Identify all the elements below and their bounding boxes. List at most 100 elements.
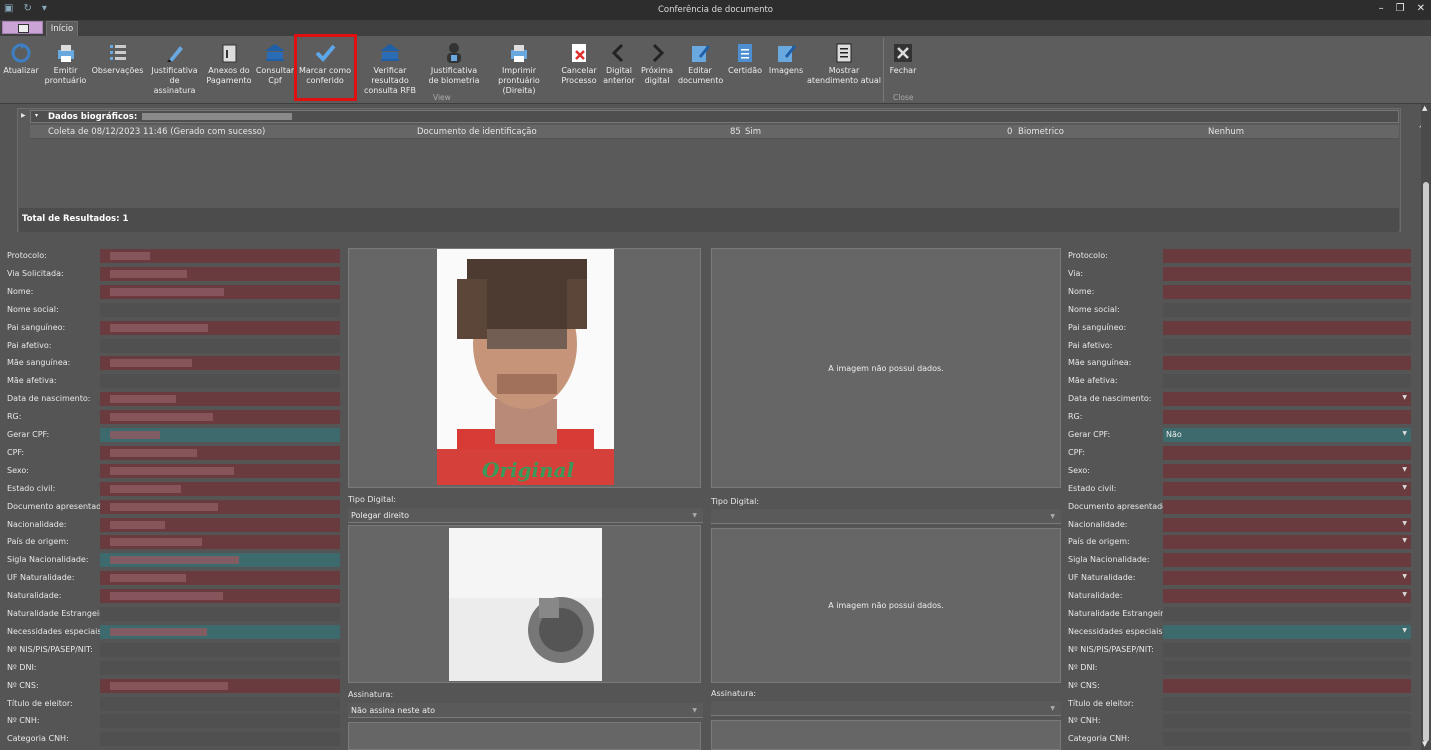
- scroll-down-icon[interactable]: ▼: [1422, 740, 1427, 748]
- chevron-down-icon[interactable]: ▼: [1402, 466, 1407, 473]
- chevron-down-icon[interactable]: ▼: [692, 707, 697, 714]
- right_form-field-4[interactable]: [1163, 320, 1411, 335]
- chevron-down-icon[interactable]: ▼: [1402, 430, 1407, 437]
- left_form-field-27[interactable]: [100, 732, 340, 747]
- observacoes-button[interactable]: Observações: [91, 36, 144, 96]
- restore-button[interactable]: ❐: [1396, 3, 1405, 14]
- chevron-down-icon[interactable]: ▼: [692, 512, 697, 519]
- editar-documento-button[interactable]: Editar documento: [678, 36, 723, 96]
- mostrar-atendimento-button[interactable]: Mostrar atendimento atual: [806, 36, 882, 96]
- left_form-field-21[interactable]: [100, 624, 340, 639]
- right_form-field-19[interactable]: ▼: [1163, 589, 1411, 604]
- right_form-field-25[interactable]: [1163, 696, 1411, 711]
- left_form-field-14[interactable]: [100, 499, 340, 514]
- right_form-field-24[interactable]: [1163, 678, 1411, 693]
- right_form-field-8[interactable]: ▼: [1163, 392, 1411, 407]
- vertical-scrollbar[interactable]: ▲ ▼: [1421, 104, 1431, 750]
- collapse-group-icon[interactable]: ▾: [35, 112, 38, 119]
- left_form-field-17[interactable]: [100, 553, 340, 568]
- certidao-button[interactable]: Certidão: [728, 36, 762, 96]
- right_form-field-13[interactable]: ▼: [1163, 481, 1411, 496]
- tipo-digital-select-right[interactable]: ▼: [711, 509, 1061, 524]
- left_form-field-19[interactable]: [100, 589, 340, 604]
- left_form-field-6[interactable]: [100, 356, 340, 371]
- right_form-field-18[interactable]: ▼: [1163, 571, 1411, 586]
- right_form-field-16[interactable]: ▼: [1163, 535, 1411, 550]
- left_form-field-2[interactable]: [100, 284, 340, 299]
- imprimir-prontuario-button[interactable]: Imprimir prontuário (Direita): [483, 36, 555, 96]
- left_form-field-3[interactable]: [100, 302, 340, 317]
- chevron-down-icon[interactable]: ▼: [1402, 520, 1407, 527]
- left_form-field-0[interactable]: [100, 249, 340, 263]
- right_form-field-22[interactable]: [1163, 642, 1411, 657]
- left_form-field-26[interactable]: [100, 714, 340, 729]
- left_form-field-11[interactable]: [100, 445, 340, 460]
- left_form-field-10[interactable]: [100, 428, 340, 442]
- chevron-down-icon[interactable]: ▼: [1402, 484, 1407, 491]
- left_form-field-7[interactable]: [100, 374, 340, 389]
- group-header[interactable]: ▾ Dados biográficos:: [30, 110, 1399, 123]
- left_form-field-18[interactable]: [100, 571, 340, 586]
- right_form-field-20[interactable]: [1163, 607, 1411, 621]
- right_form-field-17[interactable]: [1163, 553, 1411, 568]
- left_form-field-13[interactable]: [100, 481, 340, 496]
- proxima-digital-button[interactable]: Próxima digital: [640, 36, 674, 96]
- scroll-up-icon[interactable]: ▲: [1422, 104, 1427, 112]
- tipo-digital-select[interactable]: Polegar direito ▼: [348, 508, 703, 523]
- chevron-down-icon[interactable]: ▼: [1050, 705, 1055, 712]
- left_form-field-9[interactable]: [100, 410, 340, 425]
- chevron-down-icon[interactable]: ▼: [1402, 627, 1407, 634]
- left_form-field-15[interactable]: [100, 517, 340, 532]
- right_form-field-9[interactable]: [1163, 410, 1411, 425]
- left_form-field-5[interactable]: [100, 338, 340, 353]
- left_form-field-12[interactable]: [100, 463, 340, 478]
- verificar-rfb-button[interactable]: Verificar resultado consulta RFB: [355, 36, 425, 96]
- left_form-field-25[interactable]: [100, 696, 340, 711]
- right_form-field-21[interactable]: ▼: [1163, 624, 1411, 639]
- left_form-field-22[interactable]: [100, 642, 340, 657]
- right_form-field-6[interactable]: [1163, 356, 1411, 371]
- right_form-field-7[interactable]: [1163, 374, 1411, 389]
- atualizar-button[interactable]: Atualizar: [0, 36, 42, 96]
- left_form-field-8[interactable]: [100, 392, 340, 407]
- left_form-field-24[interactable]: [100, 678, 340, 693]
- right_form-field-26[interactable]: [1163, 714, 1411, 729]
- chevron-down-icon[interactable]: ▼: [1402, 537, 1407, 544]
- digital-anterior-button[interactable]: Digital anterior: [602, 36, 636, 96]
- scroll-thumb[interactable]: [1423, 182, 1429, 742]
- right_form-field-5[interactable]: [1163, 338, 1411, 353]
- right_form-field-1[interactable]: [1163, 266, 1411, 281]
- right_form-field-0[interactable]: [1163, 249, 1411, 263]
- chevron-down-icon[interactable]: ▼: [1402, 394, 1407, 401]
- chevron-down-icon[interactable]: ▼: [1402, 591, 1407, 598]
- right_form-field-3[interactable]: [1163, 302, 1411, 317]
- right_form-field-10[interactable]: ▼ Não: [1163, 428, 1411, 442]
- assinatura-select-right[interactable]: ▼: [711, 701, 1061, 716]
- right_form-field-11[interactable]: [1163, 445, 1411, 460]
- imagens-button[interactable]: Imagens: [766, 36, 806, 96]
- minimize-button[interactable]: –: [1379, 3, 1384, 14]
- table-row[interactable]: Coleta de 08/12/2023 11:46 (Gerado com s…: [30, 125, 1399, 139]
- consultar-cpf-button[interactable]: Consultar Cpf: [254, 36, 296, 96]
- left_form-field-1[interactable]: [100, 266, 340, 281]
- right_form-field-14[interactable]: [1163, 499, 1411, 514]
- right_form-field-12[interactable]: ▼: [1163, 463, 1411, 478]
- fechar-button[interactable]: Fechar: [884, 36, 922, 96]
- left_form-field-4[interactable]: [100, 320, 340, 335]
- right_form-field-2[interactable]: [1163, 284, 1411, 299]
- tab-inicio[interactable]: Início: [46, 21, 78, 36]
- file-menu-button[interactable]: [2, 21, 43, 34]
- chevron-down-icon[interactable]: ▼: [1050, 513, 1055, 520]
- cancelar-processo-button[interactable]: Cancelar Processo: [558, 36, 600, 96]
- chevron-down-icon[interactable]: ▼: [1402, 573, 1407, 580]
- justificativa-biometria-button[interactable]: Justificativa de biometria: [428, 36, 480, 96]
- emitir-prontuario-button[interactable]: Emitir prontuário: [44, 36, 87, 96]
- right_form-field-23[interactable]: [1163, 660, 1411, 675]
- right_form-field-27[interactable]: [1163, 732, 1411, 747]
- right_form-field-15[interactable]: ▼: [1163, 517, 1411, 532]
- assinatura-select[interactable]: Não assina neste ato ▼: [348, 703, 703, 718]
- left_form-field-16[interactable]: [100, 535, 340, 550]
- anexos-pagamento-button[interactable]: Anexos do Pagamento: [204, 36, 254, 96]
- left_form-field-20[interactable]: [100, 607, 340, 621]
- expand-arrow-icon[interactable]: ▶: [21, 112, 26, 119]
